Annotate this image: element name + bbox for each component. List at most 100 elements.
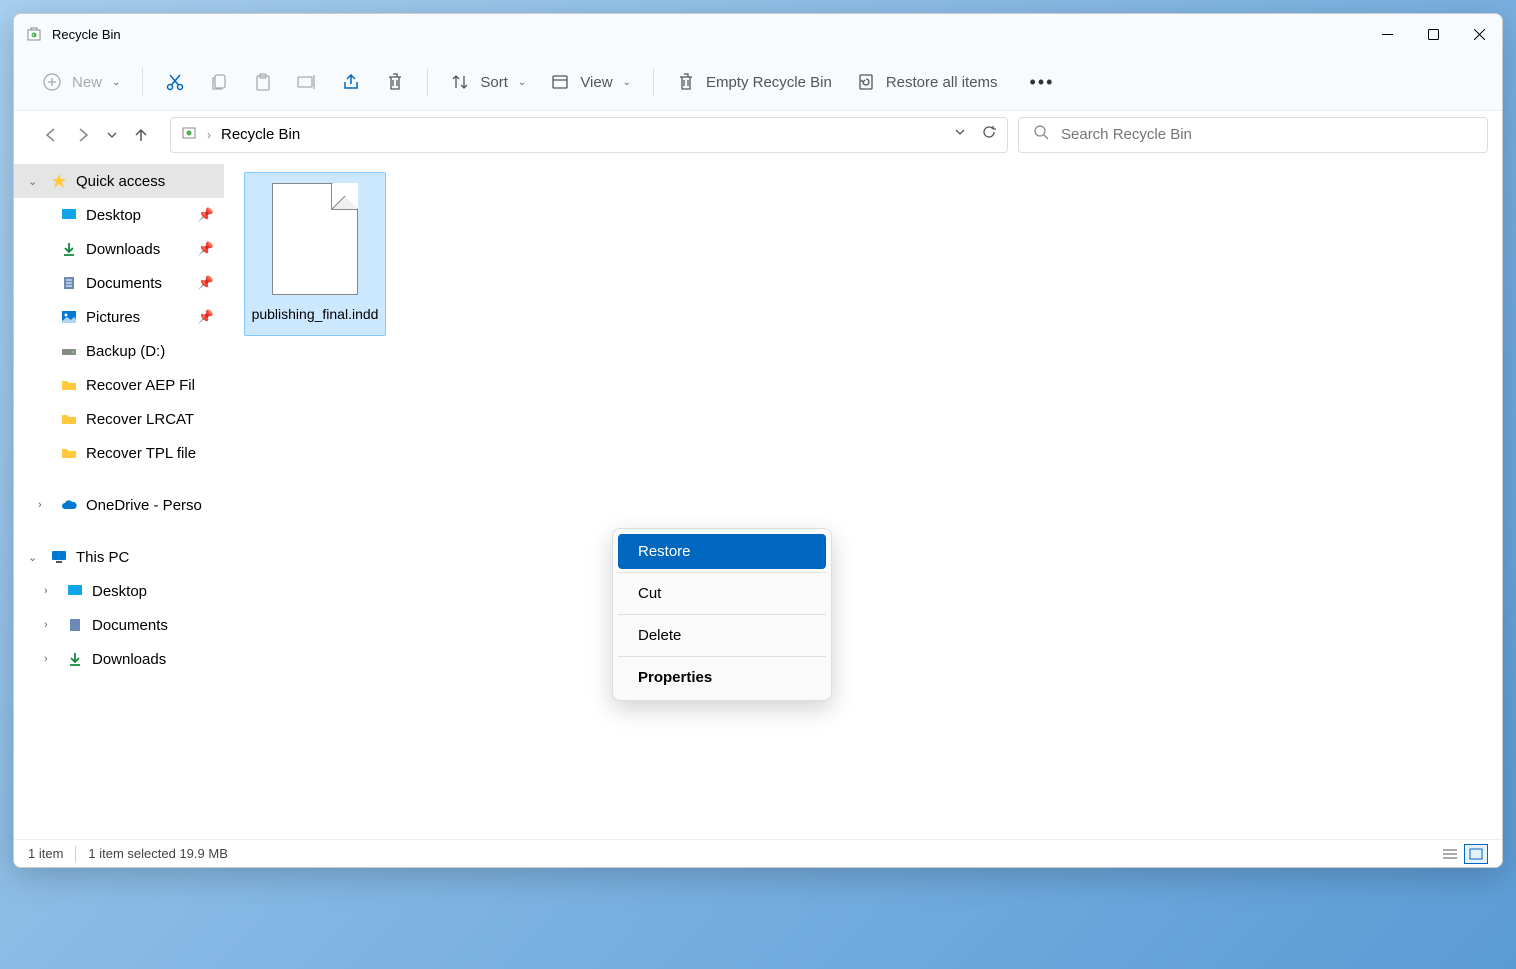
sort-label: Sort bbox=[480, 74, 508, 91]
separator bbox=[142, 68, 143, 96]
separator bbox=[75, 846, 76, 862]
icons-view-button[interactable] bbox=[1464, 844, 1488, 864]
sidebar-desktop[interactable]: Desktop 📌 bbox=[14, 198, 224, 232]
desktop-icon bbox=[60, 206, 78, 224]
pin-icon: 📌 bbox=[198, 207, 214, 223]
sort-button[interactable]: Sort ⌄ bbox=[440, 64, 536, 100]
sidebar-item-label: Desktop bbox=[86, 207, 141, 224]
pictures-icon bbox=[60, 308, 78, 326]
sidebar-recover-aep[interactable]: Recover AEP Fil bbox=[14, 368, 224, 402]
sidebar-onedrive[interactable]: › OneDrive - Perso bbox=[14, 488, 224, 522]
sidebar-item-label: Documents bbox=[86, 275, 162, 292]
view-icon bbox=[550, 72, 570, 92]
window-controls bbox=[1364, 14, 1502, 54]
sidebar-item-label: Quick access bbox=[76, 173, 165, 190]
view-label: View bbox=[580, 74, 612, 91]
sidebar-item-label: Downloads bbox=[86, 241, 160, 258]
new-button[interactable]: New ⌄ bbox=[32, 64, 130, 100]
rename-button[interactable] bbox=[287, 64, 327, 100]
up-button[interactable] bbox=[132, 126, 150, 144]
recent-button[interactable] bbox=[106, 129, 118, 141]
chevron-down-icon: ⌄ bbox=[28, 551, 42, 564]
sidebar-pc-desktop[interactable]: › Desktop bbox=[14, 574, 224, 608]
breadcrumb[interactable]: › Recycle Bin bbox=[170, 117, 1008, 153]
forward-button[interactable] bbox=[74, 126, 92, 144]
chevron-right-icon: › bbox=[44, 585, 58, 597]
details-view-button[interactable] bbox=[1438, 844, 1462, 864]
clipboard-icon bbox=[253, 72, 273, 92]
pin-icon: 📌 bbox=[198, 241, 214, 257]
context-properties[interactable]: Properties bbox=[618, 660, 826, 695]
cloud-icon bbox=[60, 496, 78, 514]
document-icon bbox=[60, 274, 78, 292]
sidebar-this-pc[interactable]: ⌄ This PC bbox=[14, 540, 224, 574]
back-button[interactable] bbox=[42, 126, 60, 144]
delete-button[interactable] bbox=[375, 64, 415, 100]
sidebar-pictures[interactable]: Pictures 📌 bbox=[14, 300, 224, 334]
sidebar-downloads[interactable]: Downloads 📌 bbox=[14, 232, 224, 266]
minimize-button[interactable] bbox=[1364, 14, 1410, 54]
nav-arrows bbox=[28, 126, 160, 144]
trash-icon bbox=[385, 72, 405, 92]
file-list[interactable]: publishing_final.indd Restore Cut Delete… bbox=[224, 158, 1502, 839]
drive-icon bbox=[60, 342, 78, 360]
file-name: publishing_final.indd bbox=[252, 305, 379, 325]
status-item-count: 1 item bbox=[28, 846, 63, 861]
restore-icon bbox=[856, 72, 876, 92]
search-box[interactable] bbox=[1018, 117, 1488, 153]
empty-recycle-bin-button[interactable]: Empty Recycle Bin bbox=[666, 64, 842, 100]
separator bbox=[618, 656, 826, 657]
pin-icon: 📌 bbox=[198, 275, 214, 291]
copy-button[interactable] bbox=[199, 64, 239, 100]
sidebar-recover-tpl[interactable]: Recover TPL file bbox=[14, 436, 224, 470]
star-icon bbox=[50, 172, 68, 190]
sidebar-quick-access[interactable]: ⌄ Quick access bbox=[14, 164, 224, 198]
sidebar-recover-lrcat[interactable]: Recover LRCAT bbox=[14, 402, 224, 436]
trash-icon bbox=[676, 72, 696, 92]
context-menu: Restore Cut Delete Properties bbox=[612, 528, 832, 701]
sidebar-backup[interactable]: Backup (D:) bbox=[14, 334, 224, 368]
download-icon bbox=[60, 240, 78, 258]
search-input[interactable] bbox=[1061, 126, 1473, 143]
sort-icon bbox=[450, 72, 470, 92]
file-item[interactable]: publishing_final.indd bbox=[244, 172, 386, 336]
file-icon bbox=[272, 183, 358, 295]
chevron-down-icon: ⌄ bbox=[28, 175, 42, 188]
refresh-button[interactable] bbox=[981, 124, 997, 145]
breadcrumb-location[interactable]: Recycle Bin bbox=[221, 126, 300, 143]
chevron-down-icon[interactable] bbox=[953, 125, 967, 144]
cut-button[interactable] bbox=[155, 64, 195, 100]
recycle-bin-icon bbox=[181, 124, 197, 145]
titlebar[interactable]: Recycle Bin bbox=[14, 14, 1502, 54]
context-delete[interactable]: Delete bbox=[618, 618, 826, 653]
restore-all-button[interactable]: Restore all items bbox=[846, 64, 1008, 100]
scissors-icon bbox=[165, 72, 185, 92]
share-icon bbox=[341, 72, 361, 92]
close-button[interactable] bbox=[1456, 14, 1502, 54]
paste-button[interactable] bbox=[243, 64, 283, 100]
document-icon bbox=[66, 616, 84, 634]
sidebar-documents[interactable]: Documents 📌 bbox=[14, 266, 224, 300]
share-button[interactable] bbox=[331, 64, 371, 100]
pin-icon: 📌 bbox=[198, 309, 214, 325]
chevron-right-icon: › bbox=[44, 619, 58, 631]
download-icon bbox=[66, 650, 84, 668]
sidebar[interactable]: ⌄ Quick access Desktop 📌 Downloads 📌 Doc… bbox=[14, 158, 224, 839]
context-restore[interactable]: Restore bbox=[618, 534, 826, 569]
sidebar-pc-downloads[interactable]: › Downloads bbox=[14, 642, 224, 676]
statusbar: 1 item 1 item selected 19.9 MB bbox=[14, 839, 1502, 867]
separator bbox=[427, 68, 428, 96]
folder-icon bbox=[60, 376, 78, 394]
context-cut[interactable]: Cut bbox=[618, 576, 826, 611]
search-icon bbox=[1033, 124, 1049, 145]
status-selected: 1 item selected 19.9 MB bbox=[88, 846, 227, 861]
sidebar-item-label: OneDrive - Perso bbox=[86, 497, 202, 514]
view-button[interactable]: View ⌄ bbox=[540, 64, 641, 100]
more-button[interactable]: ••• bbox=[1020, 64, 1065, 101]
navigation-bar: › Recycle Bin bbox=[14, 110, 1502, 158]
sidebar-item-label: Desktop bbox=[92, 583, 147, 600]
sidebar-item-label: Documents bbox=[92, 617, 168, 634]
chevron-right-icon: › bbox=[38, 499, 52, 511]
sidebar-pc-documents[interactable]: › Documents bbox=[14, 608, 224, 642]
maximize-button[interactable] bbox=[1410, 14, 1456, 54]
